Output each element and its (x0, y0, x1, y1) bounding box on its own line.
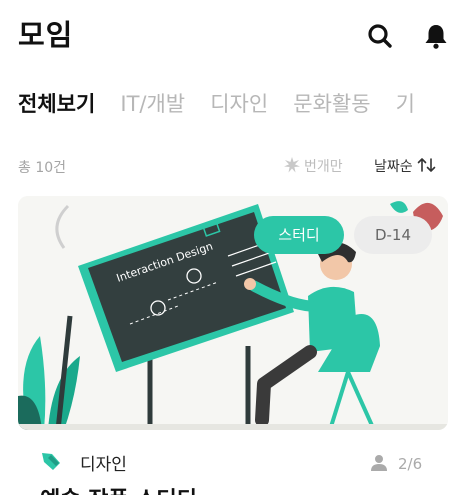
meeting-card[interactable]: Interaction Design 스터디 D-14 디자인 2/6 (18, 196, 448, 495)
bell-icon[interactable] (422, 22, 450, 50)
tab-more[interactable]: 기 (396, 88, 415, 118)
dday-badge: D-14 (354, 216, 432, 254)
total-count: 총 10건 (18, 160, 67, 176)
search-icon[interactable] (366, 22, 394, 50)
app-header: 모임 (18, 12, 452, 52)
sort-arrows-icon (417, 158, 435, 172)
category-tabs: 전체보기 IT/개발 디자인 문화활동 기 (18, 88, 470, 122)
brush-icon (42, 453, 60, 470)
lightning-only-label: 번개만 (304, 159, 343, 175)
sort-button[interactable]: 날짜순 (374, 156, 437, 176)
type-badge: 스터디 (254, 216, 344, 254)
tab-design[interactable]: 디자인 (210, 88, 268, 118)
list-meta-row: 총 10건 번개만 날짜순 (18, 154, 448, 178)
category-label: 디자인 (80, 455, 127, 475)
sort-label: 날짜순 (374, 159, 413, 175)
tab-it-dev[interactable]: IT/개발 (120, 88, 185, 118)
tab-culture[interactable]: 문화활동 (293, 88, 370, 118)
card-title: 예술 작품 스터디 (40, 482, 197, 495)
page-title: 모임 (18, 18, 74, 52)
tab-all[interactable]: 전체보기 (18, 88, 95, 118)
member-count-label: 2/6 (398, 455, 423, 473)
burst-icon (284, 157, 300, 173)
person-icon (371, 455, 387, 471)
lightning-only-toggle[interactable]: 번개만 (284, 156, 343, 176)
